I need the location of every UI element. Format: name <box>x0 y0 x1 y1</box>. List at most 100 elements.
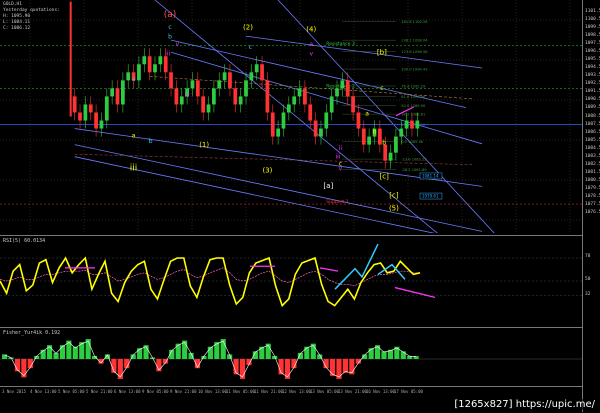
time-label: 16 Nov 13:00 <box>366 389 395 394</box>
wave-label: (3) <box>262 167 272 175</box>
candle-body <box>361 128 366 145</box>
wave-label: (2) <box>243 24 253 32</box>
candle-body <box>388 152 393 161</box>
level-label: Resistance 3 <box>326 41 355 47</box>
fib-label: 138.2 1098.04 <box>401 39 428 43</box>
fisher-bar <box>342 359 348 373</box>
candle-body <box>356 112 361 129</box>
price-scale-label: 1092.5 <box>585 81 600 87</box>
rsi-scale-label: 32 <box>585 291 591 297</box>
price-scale-label: 1083.5 <box>585 153 600 159</box>
candle-body <box>147 56 152 73</box>
price-scale-label: 1078.5 <box>585 193 600 199</box>
fisher-bar <box>381 351 387 359</box>
time-label: 12 Nov 13:00 <box>282 389 311 394</box>
rsi-scale-label: 78 <box>585 254 591 260</box>
wave-label: b <box>382 140 386 147</box>
fisher-bar <box>117 359 123 379</box>
price-scale-label: 1095.5 <box>585 57 600 63</box>
candle-body <box>195 80 200 97</box>
wave-label: iv <box>184 92 190 99</box>
time-label: 11 Nov 21:00 <box>254 389 283 394</box>
candle-body <box>115 88 120 105</box>
price-scale-label: 1085.5 <box>585 137 600 143</box>
candle-body <box>335 88 339 97</box>
time-label: 13 Nov 21:00 <box>338 389 367 394</box>
candle-body <box>142 56 147 65</box>
candle-body <box>276 128 280 137</box>
candle-body <box>254 64 259 73</box>
candle-body <box>404 120 409 129</box>
fisher-bar <box>40 349 46 359</box>
wave-label: iii <box>130 163 138 173</box>
candle-body <box>163 56 168 73</box>
wave-label: v <box>176 41 180 48</box>
fib-label: -38.2 1081.89 <box>401 168 427 172</box>
candle-body <box>383 144 388 161</box>
wave-label: [a] <box>323 182 333 190</box>
candle-body <box>399 128 404 137</box>
fisher-chart-svg[interactable] <box>0 328 582 386</box>
wave-label: b <box>168 34 172 41</box>
candle-body <box>126 72 131 81</box>
candle-body <box>179 96 184 105</box>
candle-body <box>72 96 77 113</box>
time-label: 9 Nov 05:00 <box>142 389 169 394</box>
wave-label: (4) <box>306 25 316 33</box>
fisher-bar <box>59 345 66 359</box>
price-scale-label: 1076.5 <box>585 209 600 215</box>
rsi-scale-label: 50 <box>585 277 591 282</box>
candle-body <box>265 80 270 113</box>
wave-label: iii <box>336 153 341 160</box>
wave-label: [b] <box>377 49 387 57</box>
candle-body <box>78 112 82 121</box>
fisher-bar <box>207 346 213 359</box>
rsi-chart-svg[interactable] <box>0 236 582 326</box>
price-scale[interactable]: 1101.5 1100.5 1099.5 1098.5 1097.5 1096.5 1095… <box>582 0 600 412</box>
level-label: Support 3 <box>326 199 348 205</box>
candle-body <box>351 96 355 113</box>
candle-body <box>270 112 275 137</box>
wave-label: (a) <box>164 10 177 20</box>
time-label: 17 Nov 05:00 <box>394 389 423 394</box>
price-chart-svg[interactable]: Resistance 3Resistance 2Support 3161.8 1… <box>0 0 582 233</box>
candle-body <box>190 80 195 89</box>
wave-label: a <box>132 132 136 139</box>
price-scale-label: 1077.5 <box>585 201 600 207</box>
candle-body <box>238 96 243 105</box>
candle-body <box>110 88 115 97</box>
price-scale-label: 1086.5 <box>585 129 600 135</box>
candle-body <box>174 88 179 105</box>
candle-body <box>158 56 163 65</box>
fisher-bar <box>175 343 181 359</box>
wave-label: b <box>149 138 153 145</box>
rsi-pane[interactable]: RSI(5) 60.0134 <box>0 235 582 326</box>
price-scale-label: 1098.5 <box>585 33 600 39</box>
candle-body <box>303 88 307 105</box>
candle-body <box>260 64 264 81</box>
price-scale-label: 1088.5 <box>585 113 600 119</box>
fisher-pane[interactable]: Fisher_Yur4ik 0.192 <box>0 327 582 386</box>
wave-label: v <box>309 50 313 57</box>
candle-body <box>201 96 206 113</box>
candle-body <box>281 112 286 129</box>
price-scale-label: 1082.5 <box>585 161 600 167</box>
time-label: 13 Nov 05:00 <box>310 389 339 394</box>
time-label: 4 Nov 13:00 <box>30 389 57 394</box>
fib-label: 161.8 1100.28 <box>401 20 428 24</box>
wave-label: c <box>380 85 383 92</box>
candle-body <box>222 72 227 81</box>
wave-label: a <box>365 111 369 118</box>
candle-body <box>394 136 398 153</box>
wave-label: c <box>168 24 171 31</box>
price-scale-label: 1099.5 <box>585 25 600 31</box>
price-scale-label: 1081.5 <box>585 169 600 175</box>
candle-body <box>415 120 420 129</box>
candle-body <box>83 104 88 121</box>
fisher-bar <box>304 346 310 359</box>
price-scale-label: 1096.5 <box>585 49 600 55</box>
price-chart-pane[interactable]: Resistance 3 Resistance 2 Support 3 161.8 1… <box>0 0 582 233</box>
time-label: 5 Nov 05:00 <box>58 389 85 394</box>
time-label: 10 Nov 13:00 <box>198 389 227 394</box>
fib-label: 76.4 1092.29 <box>401 84 426 88</box>
